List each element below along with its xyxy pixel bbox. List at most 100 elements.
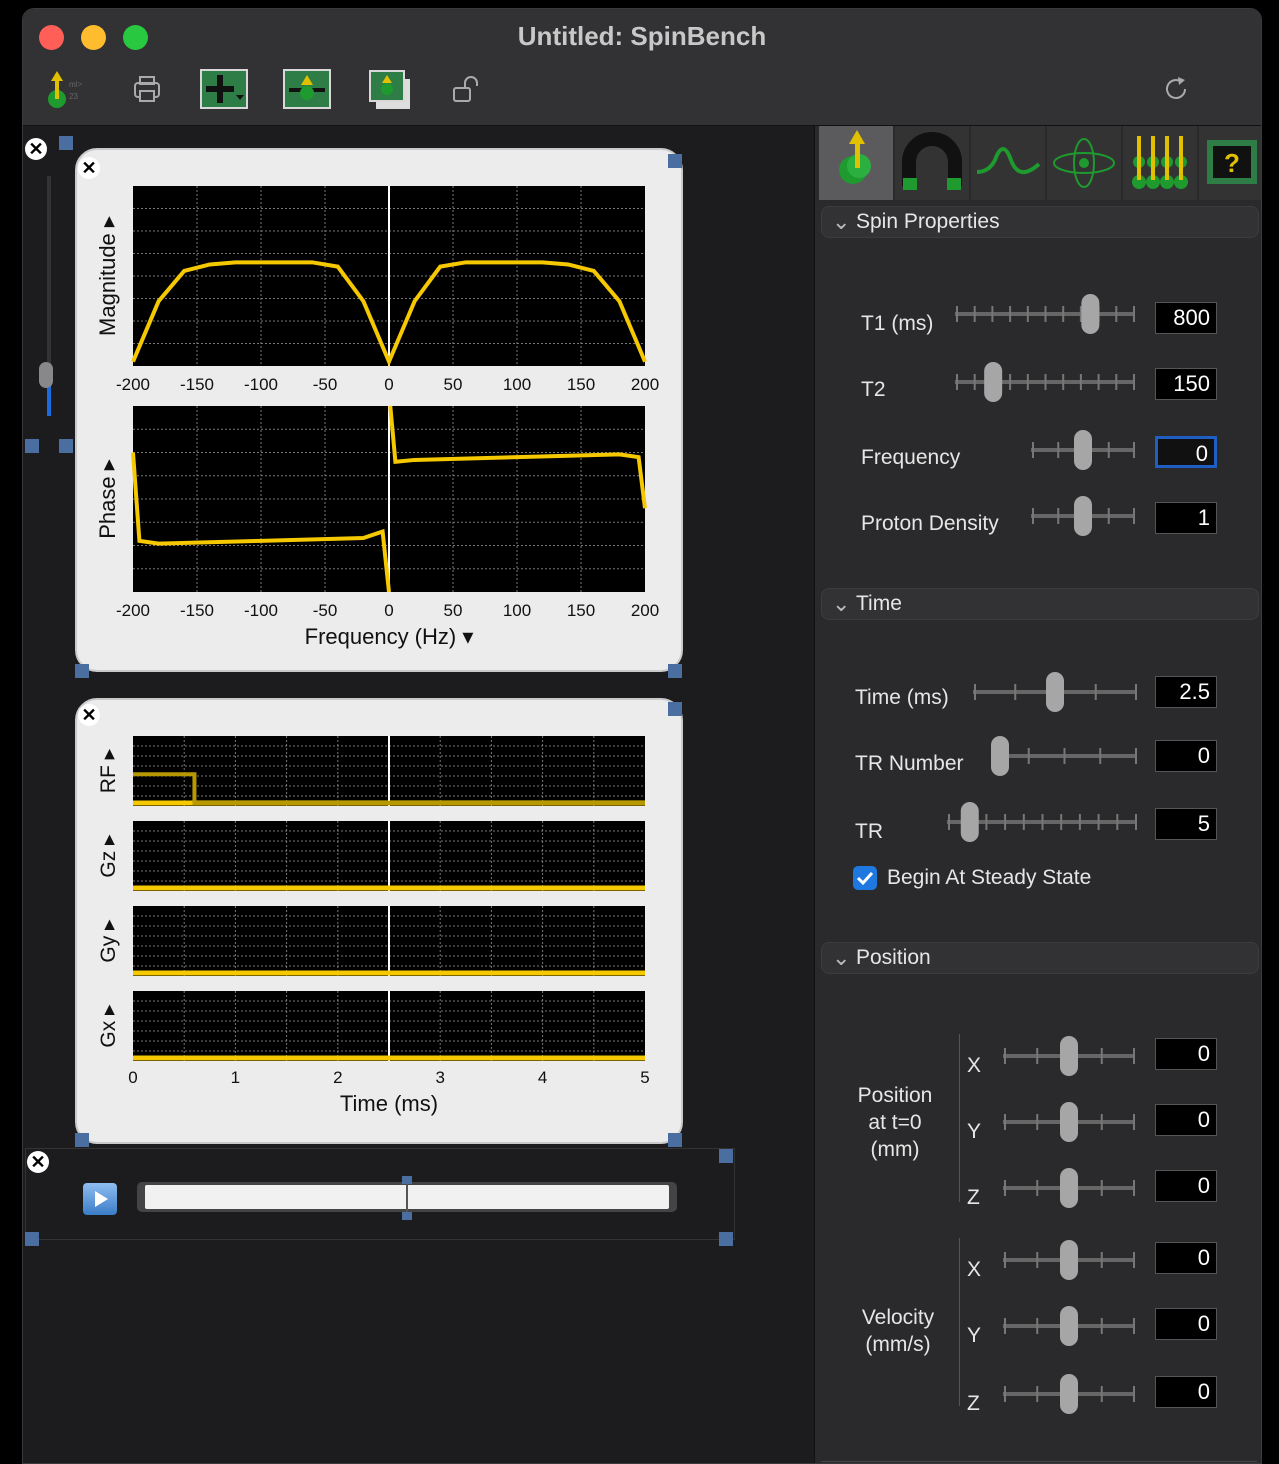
tr-field[interactable]: 5	[1155, 808, 1217, 840]
x-tick-label: -200	[116, 601, 150, 620]
spin-plot-icon[interactable]	[283, 69, 331, 114]
x-tick-label: -50	[313, 601, 338, 620]
magnet-tab-icon[interactable]	[895, 126, 969, 200]
slider-tick	[1133, 1114, 1135, 1130]
slider-tick	[1135, 748, 1137, 764]
resize-handle[interactable]	[402, 1176, 412, 1184]
spin-logo-icon[interactable]: ml> 23	[43, 69, 91, 113]
spin-properties-header[interactable]: ⌄ Spin Properties	[821, 206, 1259, 238]
close-widget-button[interactable]: ✕	[25, 138, 47, 160]
t1-field[interactable]: 800	[1155, 302, 1217, 334]
resize-handle[interactable]	[668, 702, 682, 716]
resize-handle[interactable]	[59, 136, 73, 150]
t2-slider[interactable]	[955, 362, 1135, 402]
pos-axis-label: Y	[967, 1120, 982, 1143]
slider-tick	[1078, 814, 1081, 830]
app-window: Untitled: SpinBench ml> 23 ✕ Magnitude ▸…	[22, 8, 1262, 1464]
slider-tick	[1036, 1252, 1039, 1268]
tr-number-slider[interactable]	[991, 736, 1137, 776]
slider-tick	[1036, 1114, 1039, 1130]
close-frequency-plot-button[interactable]: ✕	[78, 157, 100, 179]
unlock-icon[interactable]	[451, 75, 481, 110]
t1-slider[interactable]	[955, 294, 1135, 334]
proton-density-field[interactable]: 1	[1155, 502, 1217, 534]
pos-x-slider[interactable]	[1003, 1036, 1135, 1076]
resize-handle[interactable]	[719, 1232, 733, 1246]
x-tick-label: 200	[631, 601, 659, 620]
resize-handle[interactable]	[668, 154, 682, 168]
phase-axis-label: Phase ▸	[95, 459, 120, 539]
vertical-slider-knob[interactable]	[39, 362, 53, 388]
close-sequence-plot-button[interactable]: ✕	[78, 704, 100, 726]
vel-z-slider[interactable]	[1003, 1374, 1135, 1414]
pos-z-field[interactable]: 0	[1155, 1170, 1217, 1202]
vel-axis-label: Y	[967, 1324, 982, 1347]
add-plot-icon[interactable]	[200, 69, 248, 114]
resize-handle[interactable]	[59, 439, 73, 453]
proton-density-slider[interactable]	[1031, 496, 1135, 536]
pos-y-slider[interactable]	[1003, 1102, 1135, 1142]
x-tick-label: 2	[333, 1068, 342, 1087]
group-divider	[959, 1238, 960, 1406]
resize-handle[interactable]	[75, 1133, 89, 1147]
vel-z-field[interactable]: 0	[1155, 1376, 1217, 1408]
resize-handle[interactable]	[402, 1212, 412, 1220]
vel-y-slider[interactable]	[1003, 1306, 1135, 1346]
print-icon[interactable]	[131, 75, 163, 110]
vel-y-field[interactable]: 0	[1155, 1308, 1217, 1340]
frequency-label: Frequency	[861, 446, 961, 469]
slider-tick	[1036, 1386, 1039, 1402]
vel-x-slider[interactable]	[1003, 1240, 1135, 1280]
slider-tick	[1115, 306, 1118, 322]
atom-tab-icon[interactable]	[1047, 126, 1121, 200]
x-tick-label: 50	[444, 601, 463, 620]
tr-slider[interactable]	[947, 802, 1137, 842]
spin-tab-icon[interactable]	[819, 126, 893, 200]
time-header[interactable]: ⌄ Time	[821, 588, 1259, 620]
play-button[interactable]	[83, 1183, 117, 1215]
pos-y-field[interactable]: 0	[1155, 1104, 1217, 1136]
frequency-field[interactable]: 0	[1155, 436, 1217, 468]
resize-handle[interactable]	[668, 1133, 682, 1147]
slider-knob	[1060, 1240, 1078, 1280]
pos-x-field[interactable]: 0	[1155, 1038, 1217, 1070]
waveform-tab-icon[interactable]	[971, 126, 1045, 200]
resize-handle[interactable]	[75, 664, 89, 678]
spin-array-tab-icon[interactable]	[1123, 126, 1197, 200]
tr-number-field[interactable]: 0	[1155, 740, 1217, 772]
slider-tick	[985, 814, 988, 830]
slider-tick	[1079, 374, 1082, 390]
close-playback-button[interactable]: ✕	[27, 1151, 49, 1173]
resize-handle[interactable]	[668, 664, 682, 678]
pos-z-slider[interactable]	[1003, 1168, 1135, 1208]
slider-tick	[1036, 1048, 1039, 1064]
layer-icon[interactable]	[368, 69, 412, 116]
frequency-slider[interactable]	[1031, 430, 1135, 470]
slider-tick	[1032, 508, 1034, 524]
slider-tick	[1004, 1318, 1006, 1334]
time-ms-slider[interactable]	[973, 672, 1137, 712]
x-tick-label: 3	[435, 1068, 444, 1087]
slider-tick	[973, 374, 976, 390]
slider-tick	[1062, 374, 1065, 390]
slider-tick	[1099, 748, 1102, 764]
slider-tick	[1044, 374, 1047, 390]
slider-knob	[1060, 1374, 1078, 1414]
scrubber-playhead[interactable]	[406, 1182, 408, 1212]
time-ms-field[interactable]: 2.5	[1155, 676, 1217, 708]
t2-field[interactable]: 150	[1155, 368, 1217, 400]
resize-handle[interactable]	[25, 1232, 39, 1246]
resize-handle[interactable]	[25, 439, 39, 453]
position-header[interactable]: ⌄ Position	[821, 942, 1259, 974]
resize-handle[interactable]	[719, 1149, 733, 1163]
channel-label: RF ▸	[97, 748, 120, 793]
time-axis-label: Time (ms)	[340, 1091, 438, 1116]
vel-x-field[interactable]: 0	[1155, 1242, 1217, 1274]
refresh-icon[interactable]	[1161, 73, 1193, 110]
steady-state-checkbox[interactable]	[853, 866, 877, 890]
time-scrubber[interactable]	[137, 1182, 677, 1212]
help-tab-icon[interactable]: ?	[1199, 126, 1261, 200]
position-group-label: Position at t=0 (mm)	[857, 1084, 933, 1161]
slider-tick	[956, 374, 958, 390]
slider-tick	[1022, 814, 1025, 830]
